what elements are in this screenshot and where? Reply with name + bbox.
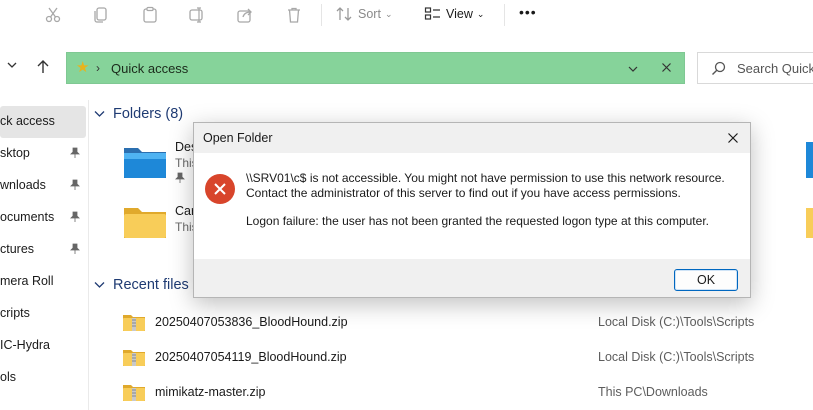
sidebar-item-label: ctures bbox=[0, 242, 35, 256]
sidebar-item-tools[interactable]: ols bbox=[0, 362, 86, 394]
view-button[interactable]: View ⌄ bbox=[424, 6, 484, 22]
pin-icon bbox=[175, 172, 185, 187]
toolbar-divider bbox=[321, 4, 322, 26]
zip-folder-icon bbox=[122, 347, 146, 370]
open-folder-dialog: Open Folder \\SRV01\c$ is not accessible… bbox=[193, 122, 751, 298]
folders-section-header[interactable]: Folders (8) bbox=[94, 106, 183, 122]
search-placeholder: Search Quick a bbox=[737, 61, 813, 76]
cut-icon[interactable] bbox=[44, 4, 62, 26]
sidebar-item-scripts[interactable]: cripts bbox=[0, 298, 86, 330]
pin-icon bbox=[70, 179, 80, 194]
sidebar-item-camera-roll[interactable]: mera Roll bbox=[0, 266, 86, 298]
recent-files-section-header[interactable]: Recent files ( bbox=[94, 277, 198, 293]
chevron-down-icon bbox=[94, 282, 105, 288]
chevron-down-icon bbox=[94, 111, 105, 117]
up-arrow-icon[interactable] bbox=[35, 59, 51, 78]
file-location: This PC\Downloads bbox=[598, 385, 708, 399]
clear-address-icon[interactable] bbox=[661, 62, 672, 76]
recent-files-header-label: Recent files ( bbox=[113, 277, 198, 293]
file-name: 20250407054119_BloodHound.zip bbox=[155, 350, 347, 364]
pin-icon bbox=[70, 147, 80, 162]
file-location: Local Disk (C:)\Tools\Scripts bbox=[598, 350, 755, 364]
sidebar-item-documents[interactable]: ocuments bbox=[0, 202, 86, 234]
pin-icon bbox=[70, 243, 80, 258]
close-icon[interactable] bbox=[722, 127, 744, 149]
chevron-down-icon: ⌄ bbox=[384, 8, 393, 19]
sort-icon bbox=[336, 7, 352, 21]
folder-tile[interactable]: Car This bbox=[122, 200, 202, 244]
sidebar-item-label: cripts bbox=[0, 306, 30, 320]
zip-folder-icon bbox=[122, 382, 146, 405]
file-name: mimikatz-master.zip bbox=[155, 385, 266, 399]
search-box[interactable]: Search Quick a bbox=[697, 52, 813, 84]
table-row[interactable]: mimikatz-master.zip This PC\Downloads bbox=[90, 376, 813, 410]
folder-tile[interactable]: Des This bbox=[122, 138, 202, 186]
zip-folder-icon bbox=[122, 312, 146, 335]
error-message-line: Contact the administrator of this server… bbox=[246, 186, 681, 200]
error-message-line: \\SRV01\c$ is not accessible. You might … bbox=[246, 171, 725, 185]
sort-label: Sort bbox=[358, 7, 381, 21]
address-bar[interactable]: ★ › Quick access bbox=[66, 52, 685, 84]
error-message-line: Logon failure: the user has not been gra… bbox=[246, 214, 709, 228]
folder-icon bbox=[124, 208, 166, 238]
view-icon bbox=[424, 7, 440, 20]
copy-icon[interactable] bbox=[92, 4, 110, 26]
table-row[interactable]: 20250407054119_BloodHound.zip Local Disk… bbox=[90, 341, 813, 375]
folders-header-label: Folders (8) bbox=[113, 106, 184, 122]
file-name: 20250407053836_BloodHound.zip bbox=[155, 315, 348, 329]
sidebar-item-label: mera Roll bbox=[0, 274, 54, 288]
sidebar-item-label: ols bbox=[0, 370, 16, 384]
chevron-down-icon: ⌄ bbox=[476, 8, 485, 19]
sidebar-item-label: sktop bbox=[0, 146, 30, 160]
dialog-title: Open Folder bbox=[203, 131, 273, 145]
sidebar-item-pictures[interactable]: ctures bbox=[0, 234, 86, 266]
dialog-body: \\SRV01\c$ is not accessible. You might … bbox=[194, 153, 750, 259]
command-bar: Sort ⌄ View ⌄ ••• bbox=[0, 0, 813, 32]
folder-icon bbox=[806, 142, 813, 178]
sidebar-item-label: ck access bbox=[0, 114, 55, 128]
sidebar-item-label: IC-Hydra bbox=[0, 338, 51, 352]
sidebar-item-downloads[interactable]: wnloads bbox=[0, 170, 86, 202]
address-dropdown-icon[interactable] bbox=[627, 63, 639, 77]
address-path-label: Quick access bbox=[111, 61, 189, 76]
paste-icon[interactable] bbox=[141, 4, 159, 26]
search-icon bbox=[711, 61, 726, 79]
folder-icon bbox=[806, 208, 813, 238]
star-icon: ★ bbox=[76, 59, 90, 76]
file-location: Local Disk (C:)\Tools\Scripts bbox=[598, 315, 755, 329]
ok-button[interactable]: OK bbox=[674, 269, 738, 291]
rename-icon[interactable] bbox=[188, 4, 206, 26]
sidebar-item-desktop[interactable]: sktop bbox=[0, 138, 86, 170]
recent-locations-chevron-icon[interactable] bbox=[6, 59, 18, 73]
sidebar-item-thc-hydra[interactable]: IC-Hydra bbox=[0, 330, 86, 362]
sidebar-item-label: wnloads bbox=[0, 178, 46, 192]
delete-icon[interactable] bbox=[285, 4, 303, 26]
view-label: View bbox=[446, 7, 473, 21]
breadcrumb-chevron-icon: › bbox=[96, 61, 100, 75]
table-row[interactable]: 20250407053836_BloodHound.zip Local Disk… bbox=[90, 306, 813, 340]
navigation-pane: ck access sktop wnloads ocuments ctures … bbox=[0, 100, 89, 410]
sort-button[interactable]: Sort ⌄ bbox=[336, 6, 392, 22]
share-icon[interactable] bbox=[236, 4, 254, 26]
more-options-button[interactable]: ••• bbox=[519, 4, 537, 20]
dialog-message: \\SRV01\c$ is not accessible. You might … bbox=[246, 171, 741, 229]
toolbar-divider bbox=[504, 4, 505, 26]
sidebar-item-label: ocuments bbox=[0, 210, 55, 224]
pin-icon bbox=[70, 211, 80, 226]
more-icon: ••• bbox=[519, 4, 537, 20]
sidebar-item-quick-access[interactable]: ck access bbox=[0, 106, 86, 138]
desktop-folder-icon bbox=[124, 148, 166, 178]
error-icon bbox=[205, 174, 235, 204]
